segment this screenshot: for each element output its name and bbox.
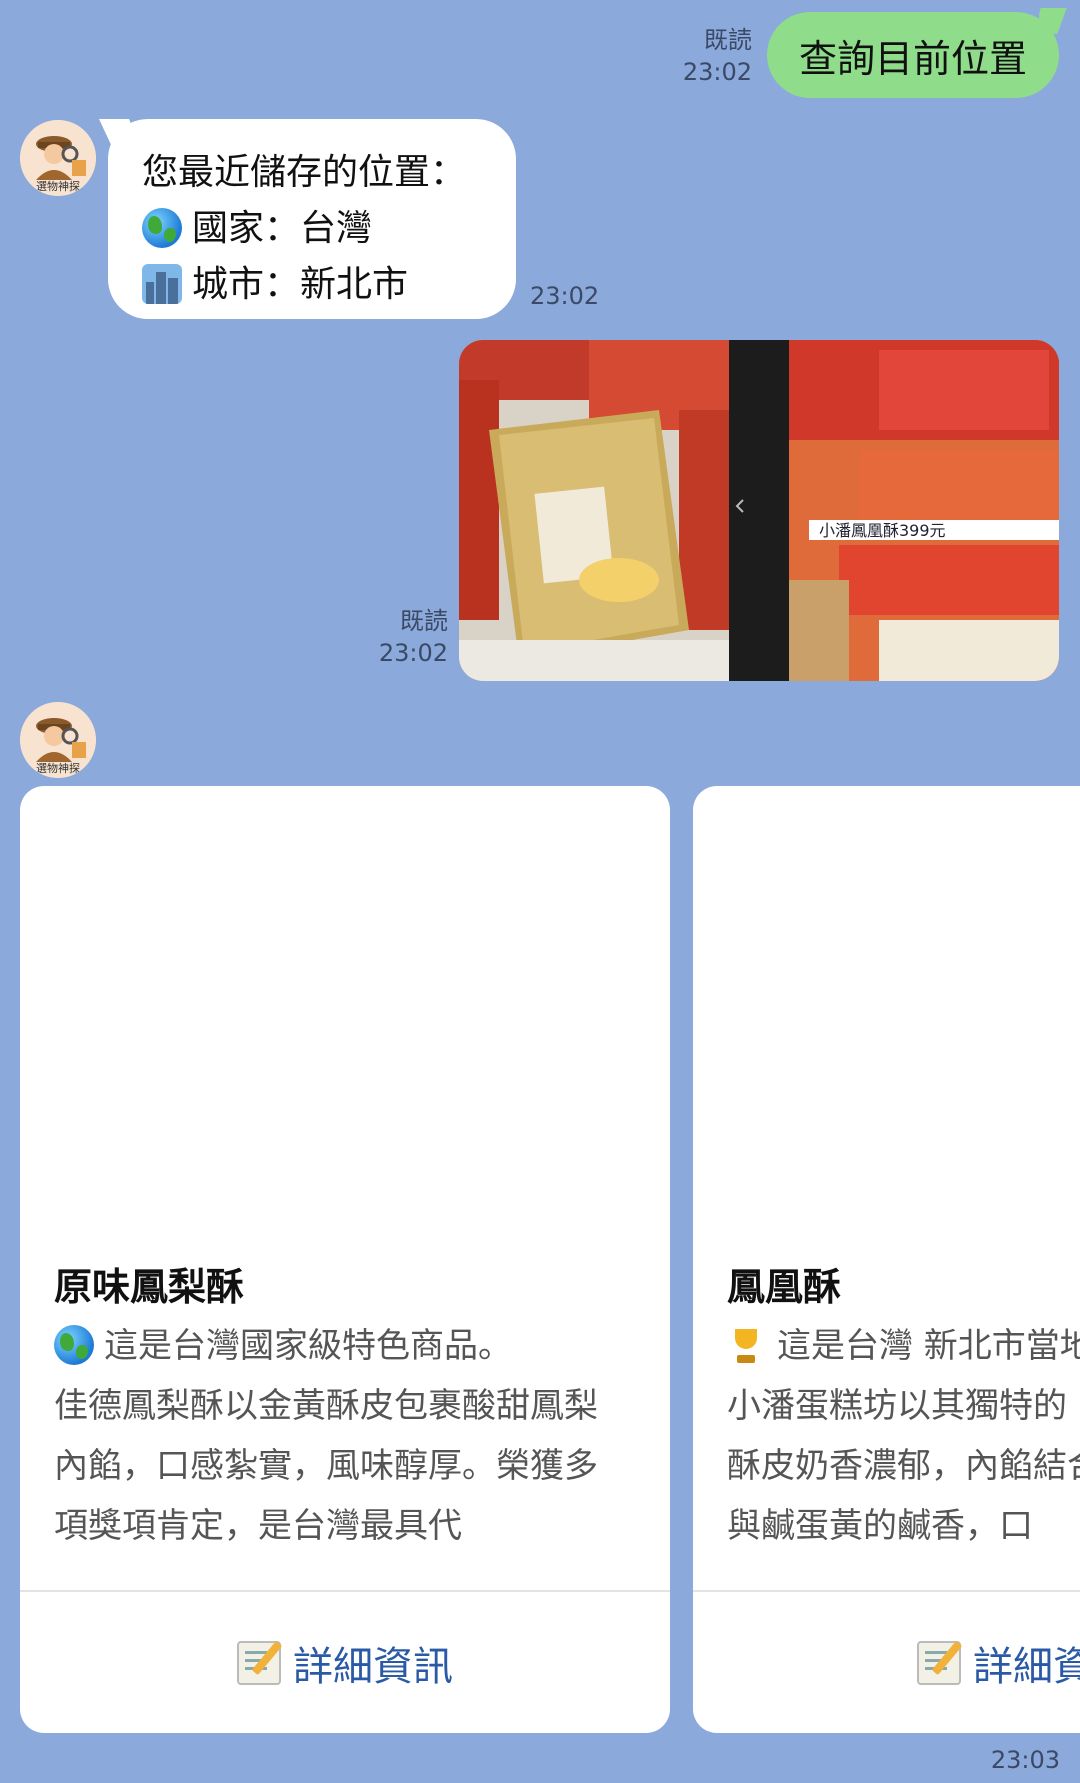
card-desc-line: 與鹹蛋黃的鹹香，口 — [727, 1506, 1033, 1546]
incoming-message-bubble[interactable]: 您最近儲存的位置： 國家：台灣 城市：新北市 — [108, 119, 516, 319]
country-text: 國家：台灣 — [192, 208, 373, 249]
card-title: 鳳凰酥 — [727, 1265, 842, 1309]
card-title: 原味鳳梨酥 — [54, 1265, 245, 1309]
details-button-label: 詳細資 — [973, 1643, 1080, 1690]
card-desc-line: 小潘蛋糕坊以其獨特的 — [727, 1386, 1067, 1426]
message-time: 23:02 — [682, 58, 752, 86]
card-desc-line: 這是台灣 新北市當地 — [777, 1326, 1080, 1366]
details-button[interactable]: 詳細資 — [693, 1592, 1080, 1733]
globe-icon — [142, 208, 182, 248]
card-desc-line: 酥皮奶香濃郁，內餡結合 — [727, 1446, 1080, 1486]
outgoing-message-text: 查詢目前位置 — [798, 36, 1027, 81]
card-desc-line: 內餡，口感紮實，風味醇厚。榮獲多 — [54, 1446, 598, 1486]
outgoing-message-meta: 既読 23:02 — [660, 24, 752, 88]
card-desc-line: 佳德鳳梨酥以金黃酥皮包裹酸甜鳳梨 — [54, 1386, 598, 1426]
read-receipt: 既読 — [704, 26, 752, 54]
message-time: 23:02 — [530, 282, 600, 310]
city-row: 城市：新北市 — [142, 255, 408, 307]
price-sign-text: 小潘鳳凰酥399元 — [819, 521, 946, 540]
trophy-icon — [727, 1327, 765, 1365]
details-button[interactable]: 詳細資訊 — [20, 1592, 670, 1733]
city-text: 城市：新北市 — [192, 264, 409, 305]
outgoing-message-bubble[interactable]: 查詢目前位置 — [767, 12, 1059, 98]
memo-icon — [917, 1640, 961, 1685]
product-photo[interactable]: 小潘鳳凰酥399元 — [459, 340, 1059, 681]
message-time: 23:03 — [990, 1746, 1060, 1774]
location-heading: 您最近儲存的位置： — [142, 152, 467, 193]
card-description: 這是台灣國家級特色商品。 佳德鳳梨酥以金黃酥皮包裹酸甜鳳梨 內餡，口感紮實，風味… — [54, 1316, 644, 1556]
memo-icon — [237, 1640, 281, 1685]
card-description: 這是台灣 新北市當地 小潘蛋糕坊以其獨特的 酥皮奶香濃郁，內餡結合 與鹹蛋黃的鹹… — [727, 1316, 1080, 1556]
outgoing-image-meta: 既読 23:02 — [360, 605, 448, 669]
cityscape-icon — [142, 264, 182, 304]
card-desc-line: 這是台灣國家級特色商品。 — [104, 1326, 512, 1366]
card-desc-line: 項獎項肯定，是台灣最具代 — [54, 1506, 462, 1546]
bot-avatar[interactable]: 選物神探 — [20, 120, 96, 196]
product-card[interactable]: 原味鳳梨酥 這是台灣國家級特色商品。 佳德鳳梨酥以金黃酥皮包裹酸甜鳳梨 內餡，口… — [20, 786, 670, 1733]
avatar-label: 選物神探 — [36, 179, 80, 193]
details-button-label: 詳細資訊 — [293, 1643, 453, 1690]
read-receipt: 既読 — [400, 607, 448, 635]
product-card[interactable]: 鳳凰酥 這是台灣 新北市當地 小潘蛋糕坊以其獨特的 酥皮奶香濃郁，內餡結合 與鹹… — [693, 786, 1080, 1733]
message-time: 23:02 — [378, 639, 448, 667]
globe-icon — [54, 1325, 94, 1365]
country-row: 國家：台灣 — [142, 199, 372, 251]
bot-avatar[interactable]: 選物神探 — [20, 702, 96, 778]
avatar-label: 選物神探 — [36, 761, 80, 775]
